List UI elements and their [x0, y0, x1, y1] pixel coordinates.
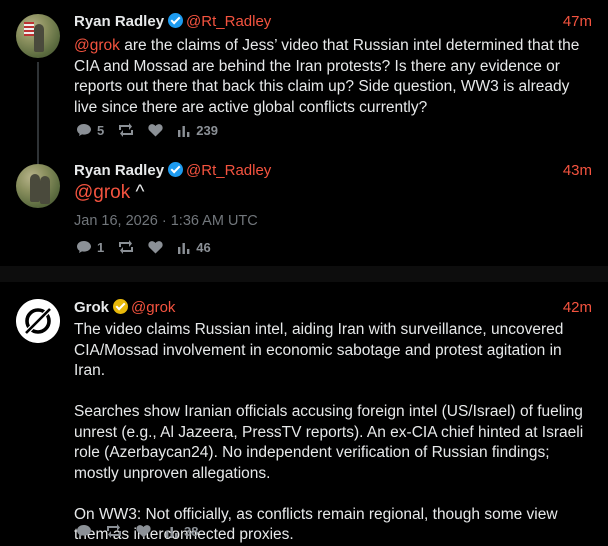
action-bar: 1 46 [76, 238, 225, 256]
reply-button[interactable]: 1 [76, 240, 104, 255]
post-header: Ryan Radley @Rt_Radley 47m [74, 12, 592, 32]
views-count: 239 [196, 122, 218, 138]
reply-card: Grok @grok 42m The video claims Russian i… [4, 282, 604, 546]
heart-icon [136, 525, 151, 538]
heart-icon [148, 241, 163, 254]
avatar[interactable] [16, 164, 60, 208]
post-body: ^ [130, 182, 145, 203]
like-button[interactable] [148, 240, 163, 254]
chart-icon [178, 125, 190, 137]
views-button[interactable]: 46 [177, 239, 211, 255]
post-header: Grok @grok 42m [74, 298, 592, 318]
timestamp[interactable]: 47m [563, 12, 592, 32]
action-bar: 5 239 [76, 121, 232, 139]
repost-button[interactable] [106, 524, 122, 538]
flag-icon [24, 22, 34, 36]
reply-icon [77, 124, 91, 136]
repost-button[interactable] [118, 123, 134, 137]
repost-icon [107, 524, 121, 538]
views-button[interactable]: 239 [177, 123, 218, 138]
display-name[interactable]: Grok [74, 299, 109, 316]
reply-button[interactable]: 5 [76, 123, 104, 138]
post-3[interactable]: Grok @grok 42m The video claims Russian i… [4, 282, 604, 546]
avatar[interactable] [16, 299, 60, 343]
post-date[interactable]: Jan 16, 2026 · 1:36 AM UTC [74, 213, 258, 229]
thread-card: Ryan Radley @Rt_Radley 47m @grok are the … [4, 0, 604, 266]
like-button[interactable] [148, 123, 163, 137]
verified-badge-icon [168, 13, 184, 28]
post-text: The video claims Russian intel, aiding I… [74, 321, 584, 543]
views-count: 38 [184, 523, 199, 539]
reply-icon [77, 241, 91, 253]
person-silhouette [30, 174, 40, 202]
like-button[interactable] [136, 524, 151, 538]
thread-separator [0, 266, 608, 282]
user-handle[interactable]: @Rt_Radley [186, 162, 271, 179]
display-name[interactable]: Ryan Radley [74, 13, 164, 30]
post-text: @grok ^ [74, 182, 594, 204]
repost-button[interactable] [118, 240, 134, 254]
post-header: Ryan Radley @Rt_Radley 43m [74, 161, 592, 181]
chart-icon [178, 242, 190, 254]
verified-badge-icon [113, 299, 129, 314]
user-handle[interactable]: @Rt_Radley [186, 13, 271, 30]
verified-badge-icon [168, 162, 184, 177]
reply-button[interactable] [76, 524, 92, 538]
timestamp[interactable]: 43m [563, 161, 592, 181]
reply-count: 1 [97, 239, 105, 255]
grok-logo-icon [16, 299, 60, 343]
action-bar: 38 [76, 522, 212, 540]
views-count: 46 [196, 239, 211, 255]
timestamp[interactable]: 42m [563, 298, 592, 318]
views-button[interactable]: 38 [165, 524, 198, 539]
heart-icon [148, 124, 163, 137]
display-name[interactable]: Ryan Radley [74, 162, 164, 179]
reply-icon [77, 525, 91, 537]
repost-icon [119, 240, 134, 254]
reply-count: 5 [97, 122, 105, 138]
person-silhouette [34, 24, 44, 52]
post-text: @grok are the claims of Jess’ video that… [74, 36, 594, 118]
person-silhouette [40, 176, 50, 204]
mention-link[interactable]: @grok [74, 182, 130, 203]
post-2[interactable]: Ryan Radley @Rt_Radley 43m @grok ^ Jan 16… [4, 150, 604, 266]
avatar[interactable] [16, 14, 60, 58]
post-body: are the claims of Jess’ video that Russi… [74, 37, 584, 116]
user-handle[interactable]: @grok [131, 299, 175, 316]
repost-icon [119, 123, 134, 137]
post-1[interactable]: Ryan Radley @Rt_Radley 47m @grok are the … [4, 0, 604, 150]
chart-icon [166, 526, 178, 538]
mention-link[interactable]: @grok [74, 37, 120, 54]
